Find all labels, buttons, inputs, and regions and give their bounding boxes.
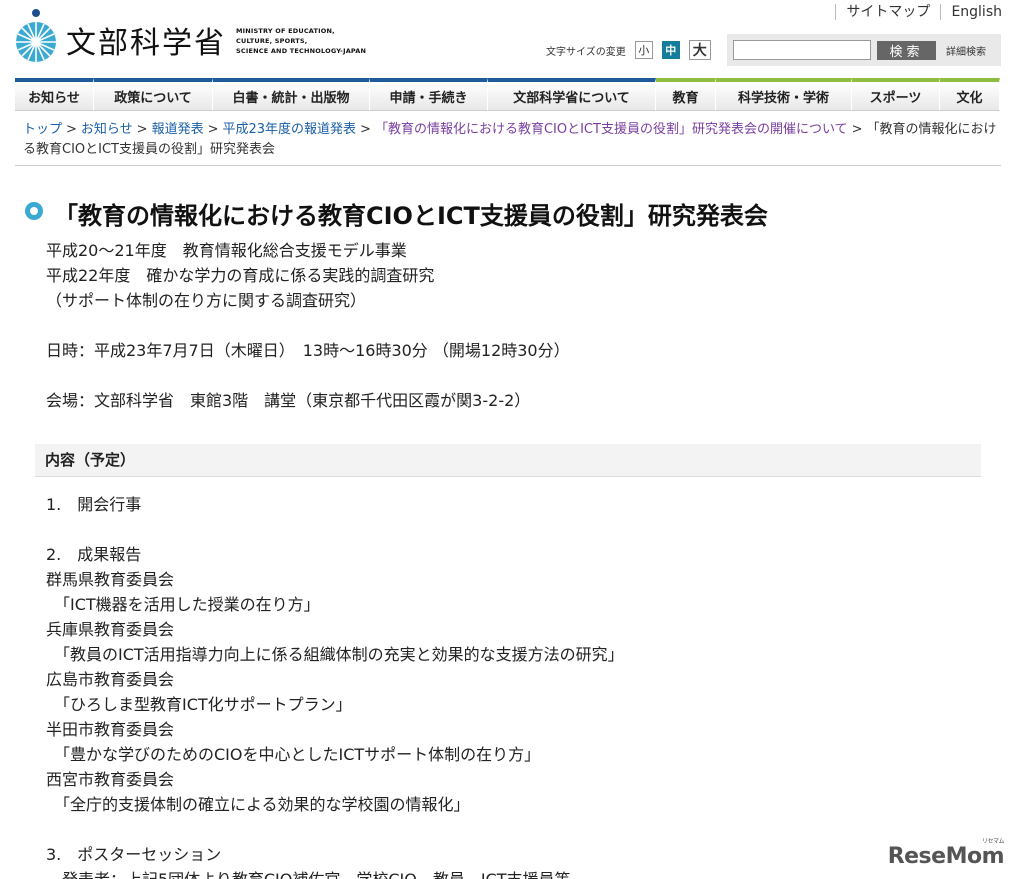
program-item: 3. ポスターセッション	[46, 845, 222, 864]
font-size-small-button[interactable]: 小	[634, 41, 653, 59]
intro-line: （サポート体制の在り方に関する調査研究）	[46, 291, 367, 310]
breadcrumb-press[interactable]: 報道発表	[152, 122, 204, 137]
breadcrumb-news[interactable]: お知らせ	[81, 122, 133, 137]
ministry-emblem-icon	[14, 8, 58, 64]
search-area: 検索 詳細検索	[727, 34, 1001, 66]
program-item: 「豊かな学びのためのCIOを中心としたICTサポート体制の在り方」	[46, 745, 541, 764]
font-size-switcher: 文字サイズの変更 小 中 大	[546, 40, 720, 60]
nav-applications[interactable]: 申請・手続き	[370, 78, 488, 111]
top-links: サイトマップ English	[835, 4, 1002, 20]
program-item: 2. 成果報告	[46, 545, 142, 564]
program-item: 西宮市教育委員会	[46, 770, 175, 789]
watermark-text: ReseMom	[887, 844, 1005, 869]
font-size-large-button[interactable]: 大	[688, 40, 711, 60]
program-item: 半田市教育委員会	[46, 720, 175, 739]
resemom-watermark: ReseMom リセマム	[887, 838, 1005, 869]
logo-en-line: MINISTRY OF EDUCATION,	[236, 27, 335, 35]
program-item: 群馬県教育委員会	[46, 570, 175, 589]
program-item: 兵庫県教育委員会	[46, 620, 175, 639]
breadcrumb-event-announcement[interactable]: 「教育の情報化における教育CIOとICT支援員の役割」研究発表会の開催について	[375, 122, 848, 137]
breadcrumb-separator: >	[136, 122, 148, 137]
nav-publications[interactable]: 白書・統計・出版物	[213, 78, 370, 111]
nav-news[interactable]: お知らせ	[15, 78, 94, 111]
font-size-label: 文字サイズの変更	[546, 46, 626, 58]
site-logo[interactable]: 文部科学省 MINISTRY OF EDUCATION, CULTURE, SP…	[14, 8, 366, 64]
sitemap-link[interactable]: サイトマップ	[835, 4, 940, 20]
logo-en-line: CULTURE, SPORTS,	[236, 37, 308, 45]
program-item: 1. 開会行事	[46, 495, 142, 514]
nav-education[interactable]: 教育	[656, 78, 716, 111]
nav-science[interactable]: 科学技術・学術	[716, 78, 852, 111]
program-item: 「ICT機器を活用した授業の在り方」	[46, 595, 320, 614]
page-title: 「教育の情報化における教育CIOとICT支援員の役割」研究発表会	[54, 202, 768, 230]
title-bullet-icon	[25, 202, 43, 220]
breadcrumb-separator: >	[207, 122, 219, 137]
program-item: 「全庁的支援体制の確立による効果的な学校園の情報化」	[46, 795, 470, 814]
intro-line: 平成20～21年度 教育情報化総合支援モデル事業	[46, 241, 407, 260]
font-size-medium-button[interactable]: 中	[661, 41, 680, 59]
divider	[15, 165, 1001, 166]
program-item: 広島市教育委員会	[46, 670, 175, 689]
nav-culture[interactable]: 文化	[940, 78, 1000, 111]
program-item: 発表者：上記5団体より教育CIO補佐官、学校CIO、教員、ICT支援員等	[46, 867, 571, 879]
event-datetime: 日時：平成23年7月7日（木曜日） 13時～16時30分 （開場12時30分）	[46, 341, 570, 360]
global-nav: お知らせ 政策について 白書・統計・出版物 申請・手続き 文部科学省について 教…	[15, 78, 1000, 111]
nav-sports[interactable]: スポーツ	[852, 78, 940, 111]
event-venue: 会場：文部科学省 東館3階 講堂（東京都千代田区霞が関3-2-2）	[46, 391, 531, 410]
breadcrumb-separator: >	[360, 122, 371, 137]
section-heading: 内容（予定）	[35, 444, 981, 477]
nav-policy[interactable]: 政策について	[94, 78, 213, 111]
english-link[interactable]: English	[940, 4, 1002, 20]
advanced-search-link[interactable]: 詳細検索	[946, 43, 986, 58]
watermark-subtext: リセマム	[981, 838, 1005, 845]
nav-about[interactable]: 文部科学省について	[488, 78, 656, 111]
program-item: 「ひろしま型教育ICT化サポートプラン」	[46, 695, 352, 714]
search-button[interactable]: 検索	[877, 40, 936, 60]
logo-english: MINISTRY OF EDUCATION, CULTURE, SPORTS, …	[236, 26, 366, 56]
logo-title: 文部科学省	[66, 26, 226, 61]
search-input[interactable]	[733, 40, 871, 60]
breadcrumb-separator: >	[851, 122, 863, 137]
breadcrumb-separator: >	[66, 122, 77, 137]
intro-line: 平成22年度 確かな学力の育成に係る実践的調査研究	[46, 266, 435, 285]
program-item: 「教員のICT活用指導力向上に係る組織体制の充実と効果的な支援方法の研究」	[46, 645, 624, 664]
breadcrumb-press-h23[interactable]: 平成23年度の報道発表	[223, 122, 357, 137]
logo-en-line: SCIENCE AND TECHNOLOGY-JAPAN	[236, 47, 367, 55]
breadcrumb: トップ > お知らせ > 報道発表 > 平成23年度の報道発表 > 「教育の情報化における教育C…	[23, 120, 1003, 160]
breadcrumb-top[interactable]: トップ	[23, 122, 62, 137]
